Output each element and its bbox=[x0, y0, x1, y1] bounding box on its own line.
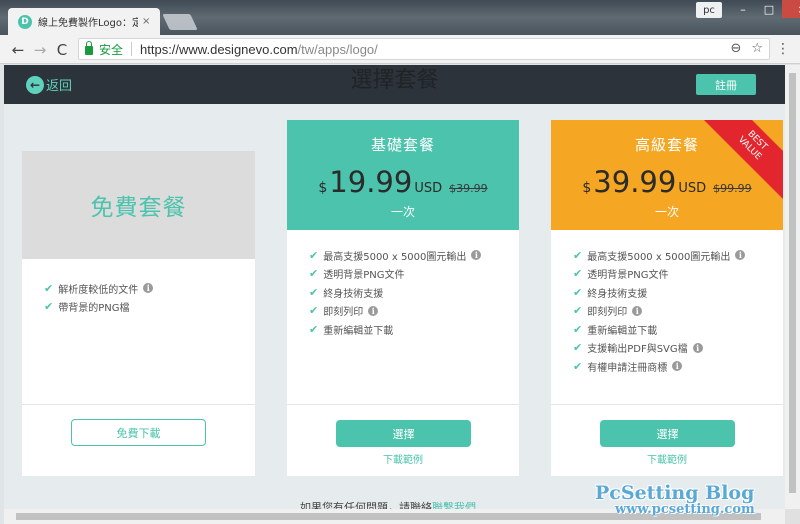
info-icon[interactable]: i bbox=[471, 250, 482, 261]
back-button[interactable]: ← 返回 bbox=[26, 75, 72, 94]
minimize-icon[interactable]: – bbox=[730, 0, 756, 18]
check-icon: ✔ bbox=[309, 322, 319, 336]
list-item: ✔ 即刻列印 i bbox=[573, 302, 783, 321]
info-icon[interactable]: i bbox=[632, 305, 643, 316]
check-icon: ✔ bbox=[309, 285, 319, 299]
plan-header: BEST VALUE 高級套餐 $ 39.99 USD $99.99 一次 bbox=[551, 120, 783, 230]
watermark-url: www.pcsetting.com bbox=[615, 502, 755, 517]
url-field[interactable]: 安全 https://www.designevo.com/tw/apps/log… bbox=[78, 38, 770, 60]
back-arrow-icon[interactable]: ← bbox=[8, 40, 28, 60]
plan-header: 基礎套餐 $ 19.99 USD $39.99 一次 bbox=[287, 120, 519, 230]
window-controls: pc – □ × bbox=[696, 0, 800, 18]
price: 39.99 bbox=[593, 165, 677, 199]
check-icon: ✔ bbox=[573, 285, 583, 299]
tab-title: 線上免費製作Logo：定制 bbox=[38, 18, 138, 29]
plan-name: 基礎套餐 bbox=[370, 136, 435, 154]
check-icon: ✔ bbox=[44, 281, 54, 295]
back-label: 返回 bbox=[46, 79, 73, 94]
billing-period: 一次 bbox=[390, 205, 415, 219]
address-bar: ← → C 安全 https://www.designevo.com/tw/ap… bbox=[0, 35, 800, 64]
check-icon: ✔ bbox=[309, 304, 319, 318]
info-icon[interactable]: i bbox=[692, 342, 703, 353]
scrollbar-corner bbox=[785, 509, 800, 524]
info-icon[interactable]: i bbox=[735, 250, 746, 261]
card-footer: 免費下載 bbox=[22, 404, 255, 476]
card-footer: 選擇 下載範例 bbox=[551, 404, 783, 476]
vertical-scrollbar[interactable] bbox=[785, 65, 800, 509]
feature-list: ✔ 最高支援5000 x 5000圖元輸出 i ✔ 透明背景PNG文件 ✔ 終身技術支援… bbox=[551, 230, 783, 376]
page-title: 選擇套餐 bbox=[350, 68, 439, 93]
close-tab-icon[interactable]: × bbox=[142, 16, 150, 27]
list-item: ✔ 最高支援5000 x 5000圖元輸出 i bbox=[573, 246, 783, 265]
check-icon: ✔ bbox=[573, 304, 583, 318]
list-item: ✔ 支援輸出PDF與SVG檔 i bbox=[573, 339, 783, 358]
divider bbox=[131, 42, 133, 56]
card-footer: 選擇 下載範例 bbox=[287, 404, 519, 476]
download-sample-link[interactable]: 下載範例 bbox=[287, 451, 519, 466]
old-price: $99.99 bbox=[713, 182, 752, 195]
download-sample-link[interactable]: 下載範例 bbox=[551, 451, 783, 466]
watermark: PcSetting Blog www.pcsetting.com bbox=[595, 482, 755, 517]
price: 19.99 bbox=[329, 165, 413, 199]
close-window-icon[interactable]: × bbox=[782, 0, 800, 18]
back-arrow-icon: ← bbox=[26, 75, 44, 94]
billing-period: 一次 bbox=[654, 205, 679, 219]
profile-button[interactable]: pc bbox=[696, 2, 722, 18]
price-row: $ 19.99 USD $39.99 bbox=[318, 165, 488, 199]
check-icon: ✔ bbox=[573, 267, 583, 281]
designevo-favicon-icon: D bbox=[18, 14, 32, 29]
feature-list: ✔ 最高支援5000 x 5000圖元輸出 i ✔ 透明背景PNG文件 ✔ 終身技術支援… bbox=[287, 230, 519, 339]
info-icon[interactable]: i bbox=[672, 361, 683, 372]
check-icon: ✔ bbox=[309, 267, 319, 281]
plan-name: 免費套餐 bbox=[22, 151, 255, 259]
select-basic-button[interactable]: 選擇 bbox=[336, 420, 471, 447]
info-icon[interactable]: i bbox=[368, 305, 379, 316]
browser-titlebar: D 線上免費製作Logo：定制 × pc – □ × bbox=[0, 0, 800, 35]
plan-card-basic: 基礎套餐 $ 19.99 USD $39.99 一次 ✔ 最高支援5000 x 5… bbox=[287, 120, 519, 476]
check-icon: ✔ bbox=[573, 359, 583, 373]
maximize-icon[interactable]: □ bbox=[756, 0, 782, 18]
forward-arrow-icon[interactable]: → bbox=[30, 40, 50, 60]
lock-icon bbox=[85, 41, 93, 55]
reload-icon[interactable]: C bbox=[52, 40, 72, 60]
plan-card-premium: BEST VALUE 高級套餐 $ 39.99 USD $99.99 一次 ✔ 最高… bbox=[551, 120, 783, 476]
list-item: ✔ 最高支援5000 x 5000圖元輸出 i bbox=[309, 246, 519, 265]
price-row: $ 39.99 USD $99.99 bbox=[582, 165, 752, 199]
browser-menu-icon[interactable]: ⋮ bbox=[776, 41, 790, 57]
scrollbar-thumb[interactable] bbox=[789, 73, 796, 493]
feature-list: ✔ 解析度較低的文件 i ✔ 帶背景的PNG檔 bbox=[22, 259, 255, 316]
list-item: ✔ 有權申請注冊商標 i bbox=[573, 357, 783, 376]
list-item: ✔ 重新編輯並下載 bbox=[573, 322, 658, 337]
watermark-title: PcSetting Blog bbox=[595, 482, 755, 504]
list-item: ✔ 終身技術支援 bbox=[309, 285, 384, 300]
url-text: https://www.designevo.com/tw/apps/logo/ bbox=[140, 41, 378, 57]
list-item: ✔ 終身技術支援 bbox=[573, 285, 648, 300]
browser-tab[interactable]: D 線上免費製作Logo：定制 × bbox=[8, 8, 160, 35]
zoom-icon[interactable]: ⊖ bbox=[730, 41, 741, 56]
omnibox-actions: ⊖ ☆ bbox=[730, 41, 763, 56]
plan-card-free: 免費套餐 ✔ 解析度較低的文件 i ✔ 帶背景的PNG檔 免費下載 bbox=[22, 151, 255, 476]
list-item: ✔ 解析度較低的文件 i bbox=[44, 279, 255, 298]
select-premium-button[interactable]: 選擇 bbox=[600, 420, 735, 447]
list-item: ✔ 即刻列印 i bbox=[309, 302, 519, 321]
app-header: 選擇套餐 ← 返回 註冊 bbox=[4, 65, 785, 104]
old-price: $39.99 bbox=[449, 182, 488, 195]
list-item: ✔ 透明背景PNG文件 bbox=[573, 267, 669, 282]
check-icon: ✔ bbox=[44, 300, 54, 314]
check-icon: ✔ bbox=[573, 322, 583, 336]
secure-label: 安全 bbox=[99, 42, 124, 57]
list-item: ✔ 透明背景PNG文件 bbox=[309, 267, 405, 282]
check-icon: ✔ bbox=[309, 248, 319, 262]
list-item: ✔ 重新編輯並下載 bbox=[309, 322, 394, 337]
check-icon: ✔ bbox=[573, 248, 583, 262]
new-tab-button[interactable] bbox=[162, 14, 198, 30]
check-icon: ✔ bbox=[573, 341, 583, 355]
register-button[interactable]: 註冊 bbox=[696, 74, 756, 95]
info-icon[interactable]: i bbox=[143, 283, 154, 294]
free-download-button[interactable]: 免費下載 bbox=[71, 419, 206, 446]
bookmark-star-icon[interactable]: ☆ bbox=[751, 41, 763, 56]
list-item: ✔ 帶背景的PNG檔 bbox=[44, 300, 130, 315]
